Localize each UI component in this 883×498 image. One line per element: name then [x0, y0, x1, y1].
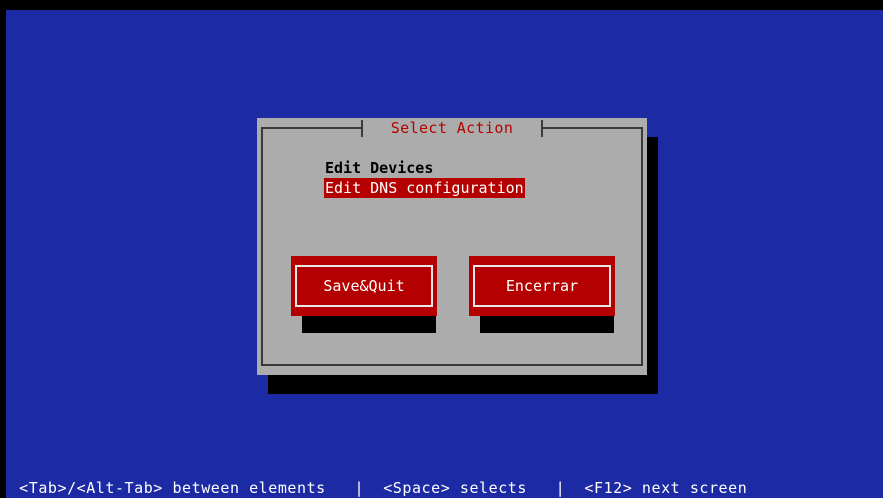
dialog-title: Select Action [390, 119, 514, 137]
frame-top-left [261, 127, 361, 129]
action-edit-devices[interactable]: Edit Devices [324, 158, 434, 178]
save-quit-button-label: Save&Quit [295, 265, 433, 307]
title-bar-left [361, 120, 363, 137]
frame-top-right [543, 127, 643, 129]
quit-button-label: Encerrar [473, 265, 611, 307]
quit-button[interactable]: Encerrar [469, 256, 615, 316]
help-line: <Tab>/<Alt-Tab> between elements | <Spac… [0, 479, 748, 497]
save-quit-button-wrap: Save&Quit [291, 256, 437, 333]
title-bar-right [541, 120, 543, 137]
save-quit-button[interactable]: Save&Quit [291, 256, 437, 316]
action-list: Edit Devices Edit DNS configuration [324, 158, 525, 198]
action-edit-dns-configuration[interactable]: Edit DNS configuration [324, 178, 525, 198]
quit-button-wrap: Encerrar [469, 256, 615, 333]
select-action-dialog: Select Action Edit Devices Edit DNS conf… [257, 118, 647, 375]
terminal-screen: Select Action Edit Devices Edit DNS conf… [6, 10, 883, 498]
dialog-title-wrap: Select Action [361, 118, 543, 138]
